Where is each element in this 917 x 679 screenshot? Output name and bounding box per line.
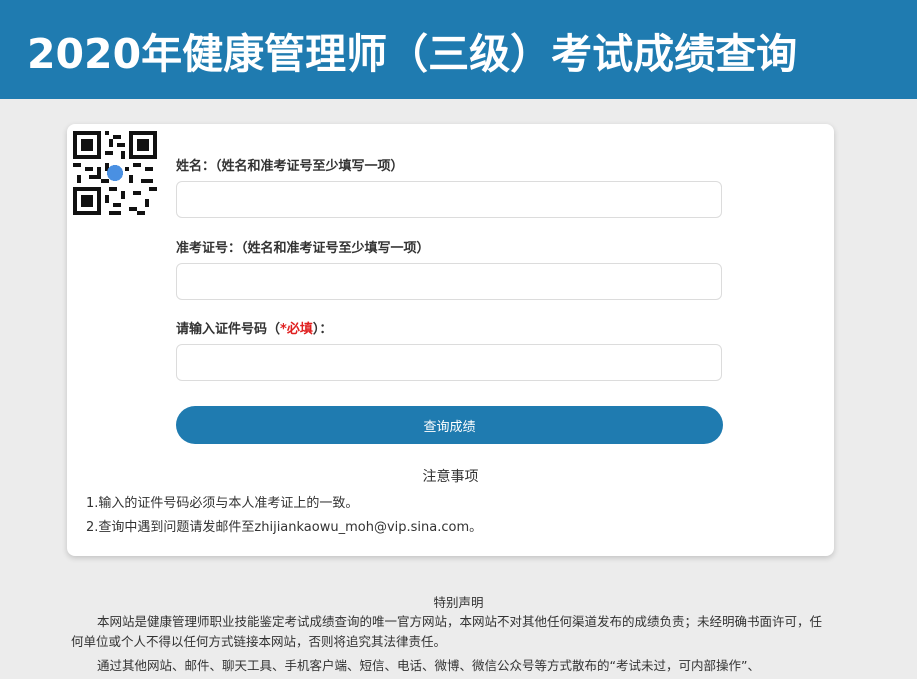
query-score-button[interactable]: 查询成绩 xyxy=(176,406,723,444)
notes-title: 注意事项 xyxy=(422,469,479,485)
ticket-number-label: 准考证号：（姓名和准考证号至少填写一项） xyxy=(176,241,430,256)
id-number-input[interactable] xyxy=(176,344,722,381)
qr-code-icon xyxy=(73,131,157,215)
page-title: 2020年健康管理师（三级）考试成绩查询 xyxy=(27,29,798,78)
page-header: 2020年健康管理师（三级）考试成绩查询 xyxy=(0,0,917,99)
disclaimer-paragraph: 本网站是健康管理师职业技能鉴定考试成绩查询的唯一官方网站，本网站不对其他任何渠道… xyxy=(71,614,823,649)
disclaimer-title: 特别声明 xyxy=(433,595,484,610)
note-item: 2.查询中遇到问题请发邮件至zhijiankaowu_moh@vip.sina.… xyxy=(86,520,483,535)
disclaimer-paragraph: 通过其他网站、邮件、聊天工具、手机客户端、短信、电话、微博、微信公众号等方式散布… xyxy=(97,658,760,673)
query-form-card: 姓名：（姓名和准考证号至少填写一项） 准考证号：（姓名和准考证号至少填写一项） … xyxy=(67,124,834,556)
ticket-number-input[interactable] xyxy=(176,263,722,300)
id-number-label: 请输入证件号码（*必填）： xyxy=(176,318,332,337)
id-number-label-suffix: ）： xyxy=(312,322,333,337)
name-input[interactable] xyxy=(176,181,722,218)
name-label: 姓名：（姓名和准考证号至少填写一项） xyxy=(176,159,404,174)
required-marker: *必填 xyxy=(280,322,313,337)
note-item: 1.输入的证件号码必须与本人准考证上的一致。 xyxy=(86,496,359,511)
id-number-label-prefix: 请输入证件号码（ xyxy=(176,322,281,337)
